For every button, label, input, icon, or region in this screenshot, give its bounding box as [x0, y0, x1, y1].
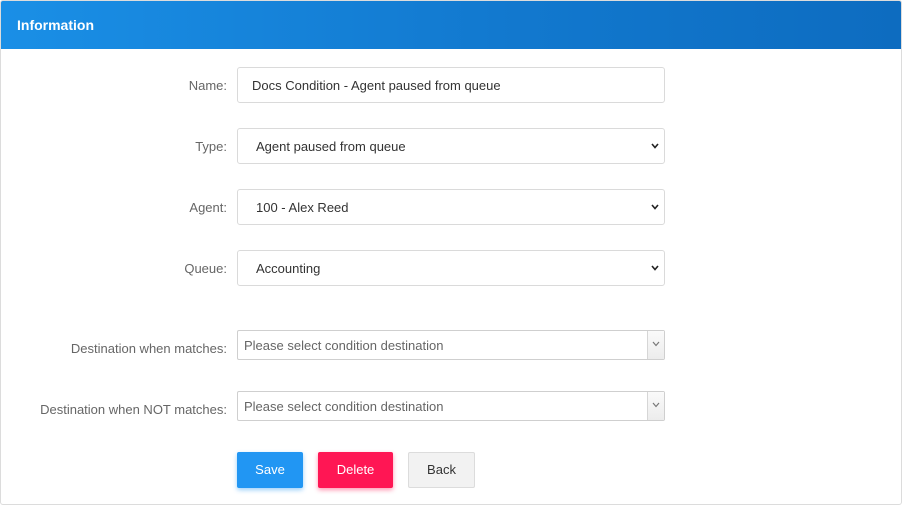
queue-select-value: Accounting — [256, 261, 321, 276]
information-panel: Information Name: Docs Condition - Agent… — [0, 0, 902, 505]
chevron-down-icon — [651, 204, 659, 210]
back-button[interactable]: Back — [408, 452, 475, 488]
type-label: Type: — [195, 139, 227, 154]
chevron-down-icon — [652, 402, 660, 408]
dest-nomatch-label: Destination when NOT matches: — [40, 402, 227, 417]
type-select-value: Agent paused from queue — [256, 139, 406, 154]
dest-nomatch-arrow[interactable] — [647, 392, 664, 420]
dest-match-select[interactable]: Please select condition destination — [237, 330, 665, 360]
dest-nomatch-select[interactable]: Please select condition destination — [237, 391, 665, 421]
delete-button[interactable]: Delete — [318, 452, 393, 488]
dest-match-placeholder: Please select condition destination — [244, 338, 444, 353]
agent-select[interactable]: 100 - Alex Reed — [237, 189, 665, 225]
chevron-down-icon — [651, 265, 659, 271]
queue-select[interactable]: Accounting — [237, 250, 665, 286]
dest-nomatch-placeholder: Please select condition destination — [244, 399, 444, 414]
agent-select-value: 100 - Alex Reed — [256, 200, 349, 215]
agent-label: Agent: — [189, 200, 227, 215]
dest-match-arrow[interactable] — [647, 331, 664, 359]
chevron-down-icon — [651, 143, 659, 149]
type-select[interactable]: Agent paused from queue — [237, 128, 665, 164]
name-label: Name: — [188, 78, 227, 93]
name-input[interactable]: Docs Condition - Agent paused from queue — [237, 67, 665, 103]
panel-title: Information — [1, 1, 901, 49]
name-input-value: Docs Condition - Agent paused from queue — [252, 78, 501, 93]
save-button[interactable]: Save — [237, 452, 303, 488]
dest-match-label: Destination when matches: — [70, 341, 227, 356]
chevron-down-icon — [652, 341, 660, 347]
queue-label: Queue: — [184, 261, 227, 276]
